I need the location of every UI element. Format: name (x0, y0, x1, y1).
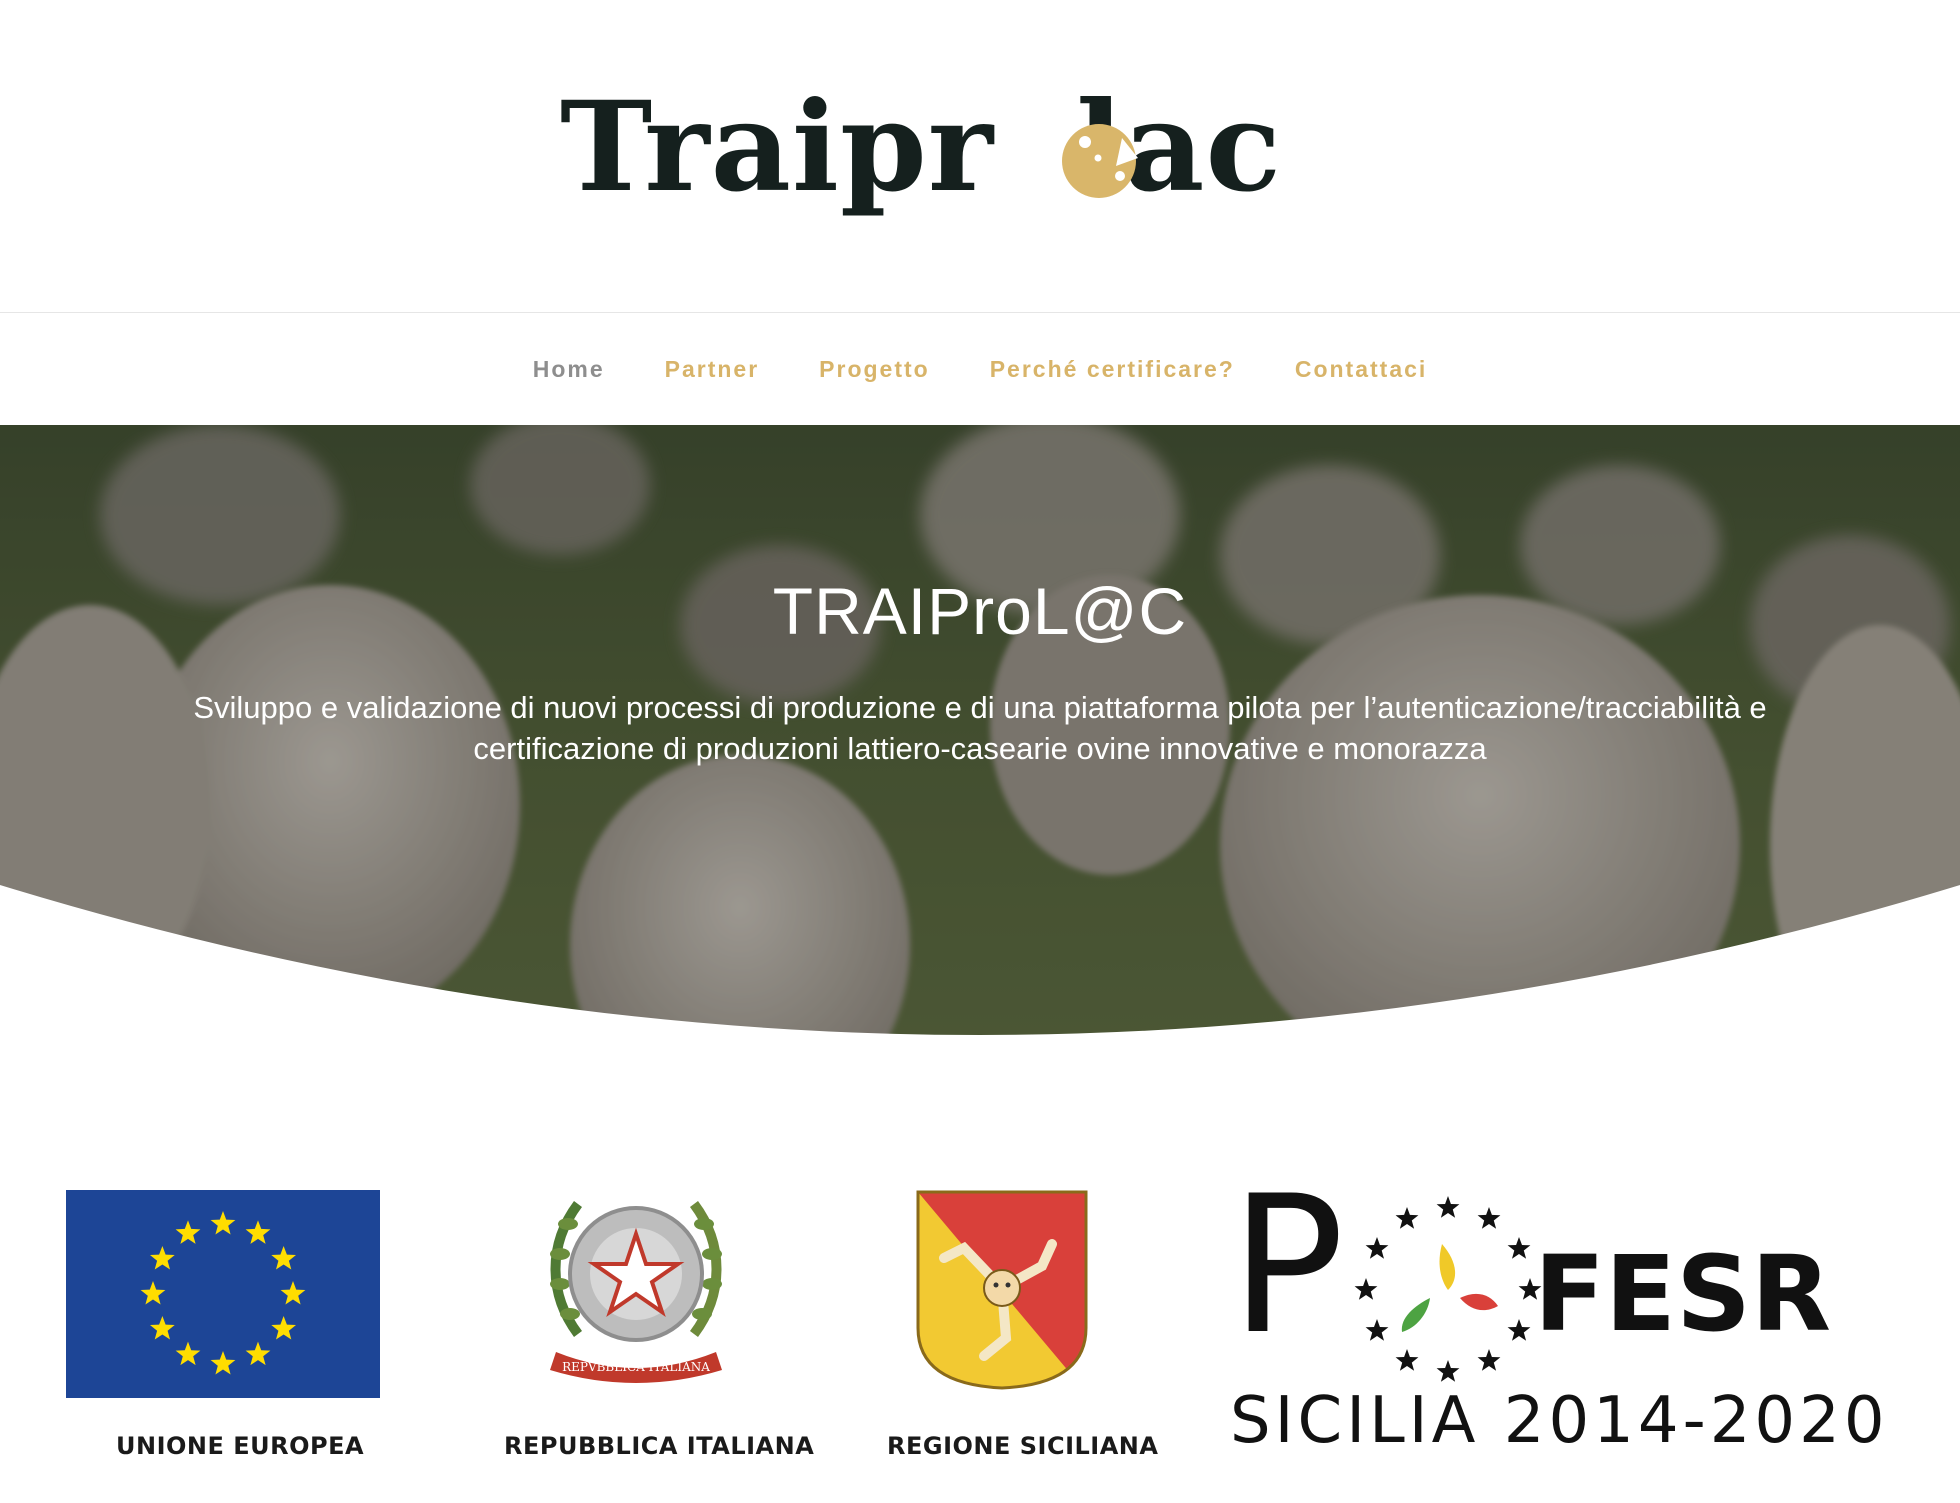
hero-section: TRAIProL@C Sviluppo e validazione di nuo… (0, 425, 1960, 1090)
funding-logos: UNIONE EUROPEA REPVBBLICA ITALIANA REPUB… (0, 1150, 1960, 1470)
nav-item-home[interactable]: Home (503, 356, 635, 383)
fesr-label: FESR (1534, 1233, 1832, 1355)
fesr-star-icon (1507, 1237, 1531, 1259)
hero-subtitle-line-2: certificazione di produzioni lattiero-ca… (473, 731, 1487, 766)
fesr-star-icon (1395, 1349, 1419, 1371)
fesr-star-icon (1436, 1196, 1460, 1218)
nav-item-perche-certificare[interactable]: Perché certificare? (960, 356, 1265, 383)
po-fesr-logo: P FESR SICILIA 2014-2020 (1230, 1166, 1894, 1470)
fesr-star-icon (1354, 1278, 1378, 1300)
emblem-ribbon-text: REPVBBLICA ITALIANA (562, 1360, 710, 1374)
fesr-star-icon (1365, 1237, 1389, 1259)
fesr-star-icon (1507, 1319, 1531, 1341)
italian-emblem-icon: REPVBBLICA ITALIANA (550, 1201, 722, 1383)
main-nav: Home Partner Progetto Perché certificare… (0, 313, 1960, 425)
nav-item-contattaci[interactable]: Contattaci (1265, 356, 1457, 383)
fesr-star-icon (1395, 1207, 1419, 1229)
italy-label: REPUBBLICA ITALIANA (504, 1432, 815, 1460)
nav-item-progetto[interactable]: Progetto (789, 356, 960, 383)
cheese-wheel-icon (1062, 124, 1138, 198)
fesr-star-icon (1365, 1319, 1389, 1341)
site-header: Traipr lac (0, 0, 1960, 312)
hero-subtitle: Sviluppo e validazione di nuovi processi… (60, 687, 1900, 769)
fesr-star-icon (1436, 1360, 1460, 1382)
nav-item-partner[interactable]: Partner (635, 356, 790, 383)
eu-flag-logo (66, 1190, 380, 1398)
hero-title: TRAIProL@C (772, 574, 1188, 648)
italian-emblem-logo: REPVBBLICA ITALIANA (538, 1184, 734, 1384)
po-letter: P (1230, 1155, 1345, 1376)
fesr-star-icon (1477, 1349, 1501, 1371)
fesr-star-icon (1477, 1207, 1501, 1229)
site-logo[interactable]: Traipr lac (560, 58, 1360, 238)
eu-label: UNIONE EUROPEA (116, 1432, 365, 1460)
eu-flag-icon (66, 1190, 380, 1398)
sicily-coat-of-arms-logo (914, 1188, 1090, 1392)
logo-wordmark: Traipr lac (560, 75, 1283, 220)
fesr-subtitle: SICILIA 2014-2020 (1230, 1384, 1889, 1458)
sicily-label: REGIONE SICILIANA (887, 1432, 1159, 1460)
trinacria-icon (916, 1190, 1088, 1390)
hero-subtitle-line-1: Sviluppo e validazione di nuovi processi… (193, 690, 1767, 725)
